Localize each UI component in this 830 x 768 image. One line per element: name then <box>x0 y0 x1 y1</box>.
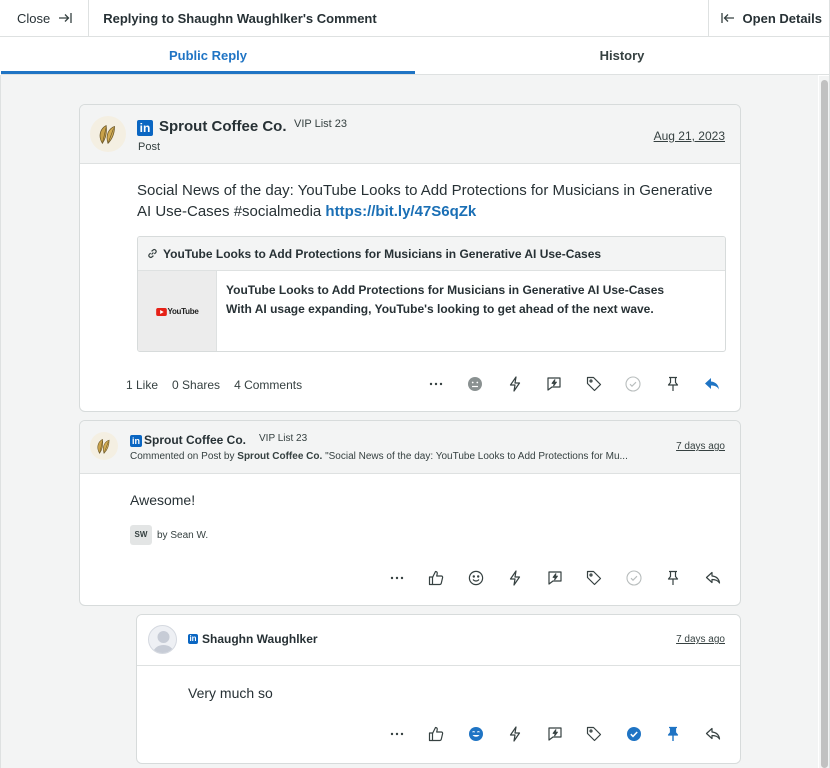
link-preview-body: YouTube Looks to Add Protections for Mus… <box>226 281 664 319</box>
leaf-logo-icon <box>97 438 110 454</box>
linkedin-icon: in <box>188 634 198 644</box>
linkedin-icon: in <box>137 120 153 136</box>
open-details-label: Open Details <box>742 10 822 26</box>
post-action-bar <box>416 374 732 394</box>
tab-history[interactable]: History <box>415 37 829 74</box>
more-options-icon[interactable] <box>416 374 456 394</box>
post-type-label: Post <box>138 141 161 153</box>
youtube-wordmark: YouTube <box>167 307 199 316</box>
pin-icon[interactable] <box>653 374 693 394</box>
complete-check-icon[interactable] <box>614 724 654 744</box>
collapse-right-icon <box>59 13 72 23</box>
expand-left-icon <box>720 13 734 23</box>
tag-icon[interactable] <box>575 568 615 588</box>
post-header: in Sprout Coffee Co. VIP List 23 Post Au… <box>80 105 740 164</box>
reply-icon[interactable] <box>693 724 733 744</box>
reply-icon[interactable] <box>693 568 733 588</box>
comment-header: in Sprout Coffee Co. VIP List 23 Comment… <box>80 421 740 474</box>
person-placeholder-icon <box>152 631 175 653</box>
pin-icon[interactable] <box>654 568 694 588</box>
vip-list-label: VIP List 23 <box>259 433 308 444</box>
linkedin-icon: in <box>130 435 142 447</box>
comment-context: Commented on Post by Sprout Coffee Co. "… <box>130 451 658 462</box>
leaf-logo-icon <box>99 125 115 145</box>
lightning-icon[interactable] <box>496 724 536 744</box>
complete-check-icon[interactable] <box>614 374 654 394</box>
quick-reply-icon[interactable] <box>535 568 575 588</box>
scrollbar-thumb[interactable] <box>821 80 828 768</box>
complete-check-icon[interactable] <box>614 568 654 588</box>
lightning-icon[interactable] <box>496 568 536 588</box>
link-icon <box>148 249 157 258</box>
comment-context-prefix: Commented on Post by <box>130 451 235 462</box>
like-icon[interactable] <box>417 568 457 588</box>
reaction-icon[interactable] <box>456 374 496 394</box>
post-link[interactable]: https://bit.ly/47S6qZk <box>325 203 476 220</box>
comment-text: Awesome! <box>130 492 196 508</box>
link-preview-headline: YouTube Looks to Add Protections for Mus… <box>226 283 665 297</box>
comment-author-name[interactable]: Sprout Coffee Co. <box>144 433 246 447</box>
reply-header: in Shaughn Waughlker 7 days ago <box>137 615 740 666</box>
page-title: Replying to Shaughn Waughlker's Comment <box>103 10 377 26</box>
more-options-icon[interactable] <box>377 724 417 744</box>
post-date-link[interactable]: Aug 21, 2023 <box>654 129 725 143</box>
quick-reply-icon[interactable] <box>535 374 575 394</box>
link-preview-card[interactable]: YouTube Looks to Add Protections for Mus… <box>137 236 726 352</box>
link-preview-header: YouTube Looks to Add Protections for Mus… <box>138 237 725 271</box>
emoji-icon[interactable] <box>456 724 496 744</box>
reply-text: Very much so <box>188 685 273 701</box>
comment-date-link[interactable]: 7 days ago <box>676 441 725 452</box>
link-preview-description: With AI usage expanding, YouTube's looki… <box>226 302 654 316</box>
like-icon[interactable] <box>417 724 457 744</box>
reply-action-bar <box>377 724 733 744</box>
emoji-icon[interactable] <box>456 568 496 588</box>
tab-public-reply[interactable]: Public Reply <box>1 37 415 74</box>
brand-avatar <box>90 432 118 460</box>
vip-list-label: VIP List 23 <box>294 118 347 130</box>
lightning-icon[interactable] <box>495 374 535 394</box>
comment-context-quote: "Social News of the day: YouTube Looks t… <box>325 451 628 462</box>
post-author-name[interactable]: Sprout Coffee Co. <box>159 118 287 135</box>
reply-icon[interactable] <box>693 374 733 394</box>
top-bar: Close Replying to Shaughn Waughlker's Co… <box>0 0 830 37</box>
close-label: Close <box>17 10 51 26</box>
more-options-icon[interactable] <box>377 568 417 588</box>
quick-reply-icon[interactable] <box>535 724 575 744</box>
brand-avatar <box>90 116 126 152</box>
reply-card: in Shaughn Waughlker 7 days ago Very muc… <box>136 614 741 764</box>
comment-context-author: Sprout Coffee Co. <box>237 451 323 462</box>
youtube-logo-icon <box>155 307 167 316</box>
post-card: in Sprout Coffee Co. VIP List 23 Post Au… <box>79 104 741 412</box>
conversation-panel: in Sprout Coffee Co. VIP List 23 Post Au… <box>0 75 818 768</box>
pin-icon[interactable] <box>654 724 694 744</box>
comment-card: in Sprout Coffee Co. VIP List 23 Comment… <box>79 420 741 606</box>
comment-action-bar <box>377 568 733 588</box>
link-preview-thumbnail: YouTube <box>138 271 217 351</box>
scrollbar[interactable] <box>819 76 829 768</box>
comment-byline: SW by Sean W. <box>130 525 208 545</box>
comments-count[interactable]: 4 Comments <box>234 378 302 392</box>
tag-icon[interactable] <box>574 374 614 394</box>
post-stats: 1 Like 0 Shares 4 Comments <box>126 378 302 392</box>
user-avatar <box>148 625 177 654</box>
link-preview-title: YouTube Looks to Add Protections for Mus… <box>163 246 602 261</box>
post-text: Social News of the day: YouTube Looks to… <box>137 180 727 222</box>
close-button[interactable]: Close <box>0 0 90 37</box>
open-details-button[interactable]: Open Details <box>707 0 830 37</box>
comment-by-label: by Sean W. <box>157 529 209 541</box>
likes-count[interactable]: 1 Like <box>126 378 158 392</box>
tag-icon[interactable] <box>575 724 615 744</box>
tab-bar: Public Reply History <box>1 37 829 75</box>
reply-author-name[interactable]: Shaughn Waughlker <box>202 632 318 646</box>
author-initials-badge: SW <box>130 525 152 545</box>
reply-date-link[interactable]: 7 days ago <box>676 634 725 645</box>
shares-count[interactable]: 0 Shares <box>172 378 220 392</box>
